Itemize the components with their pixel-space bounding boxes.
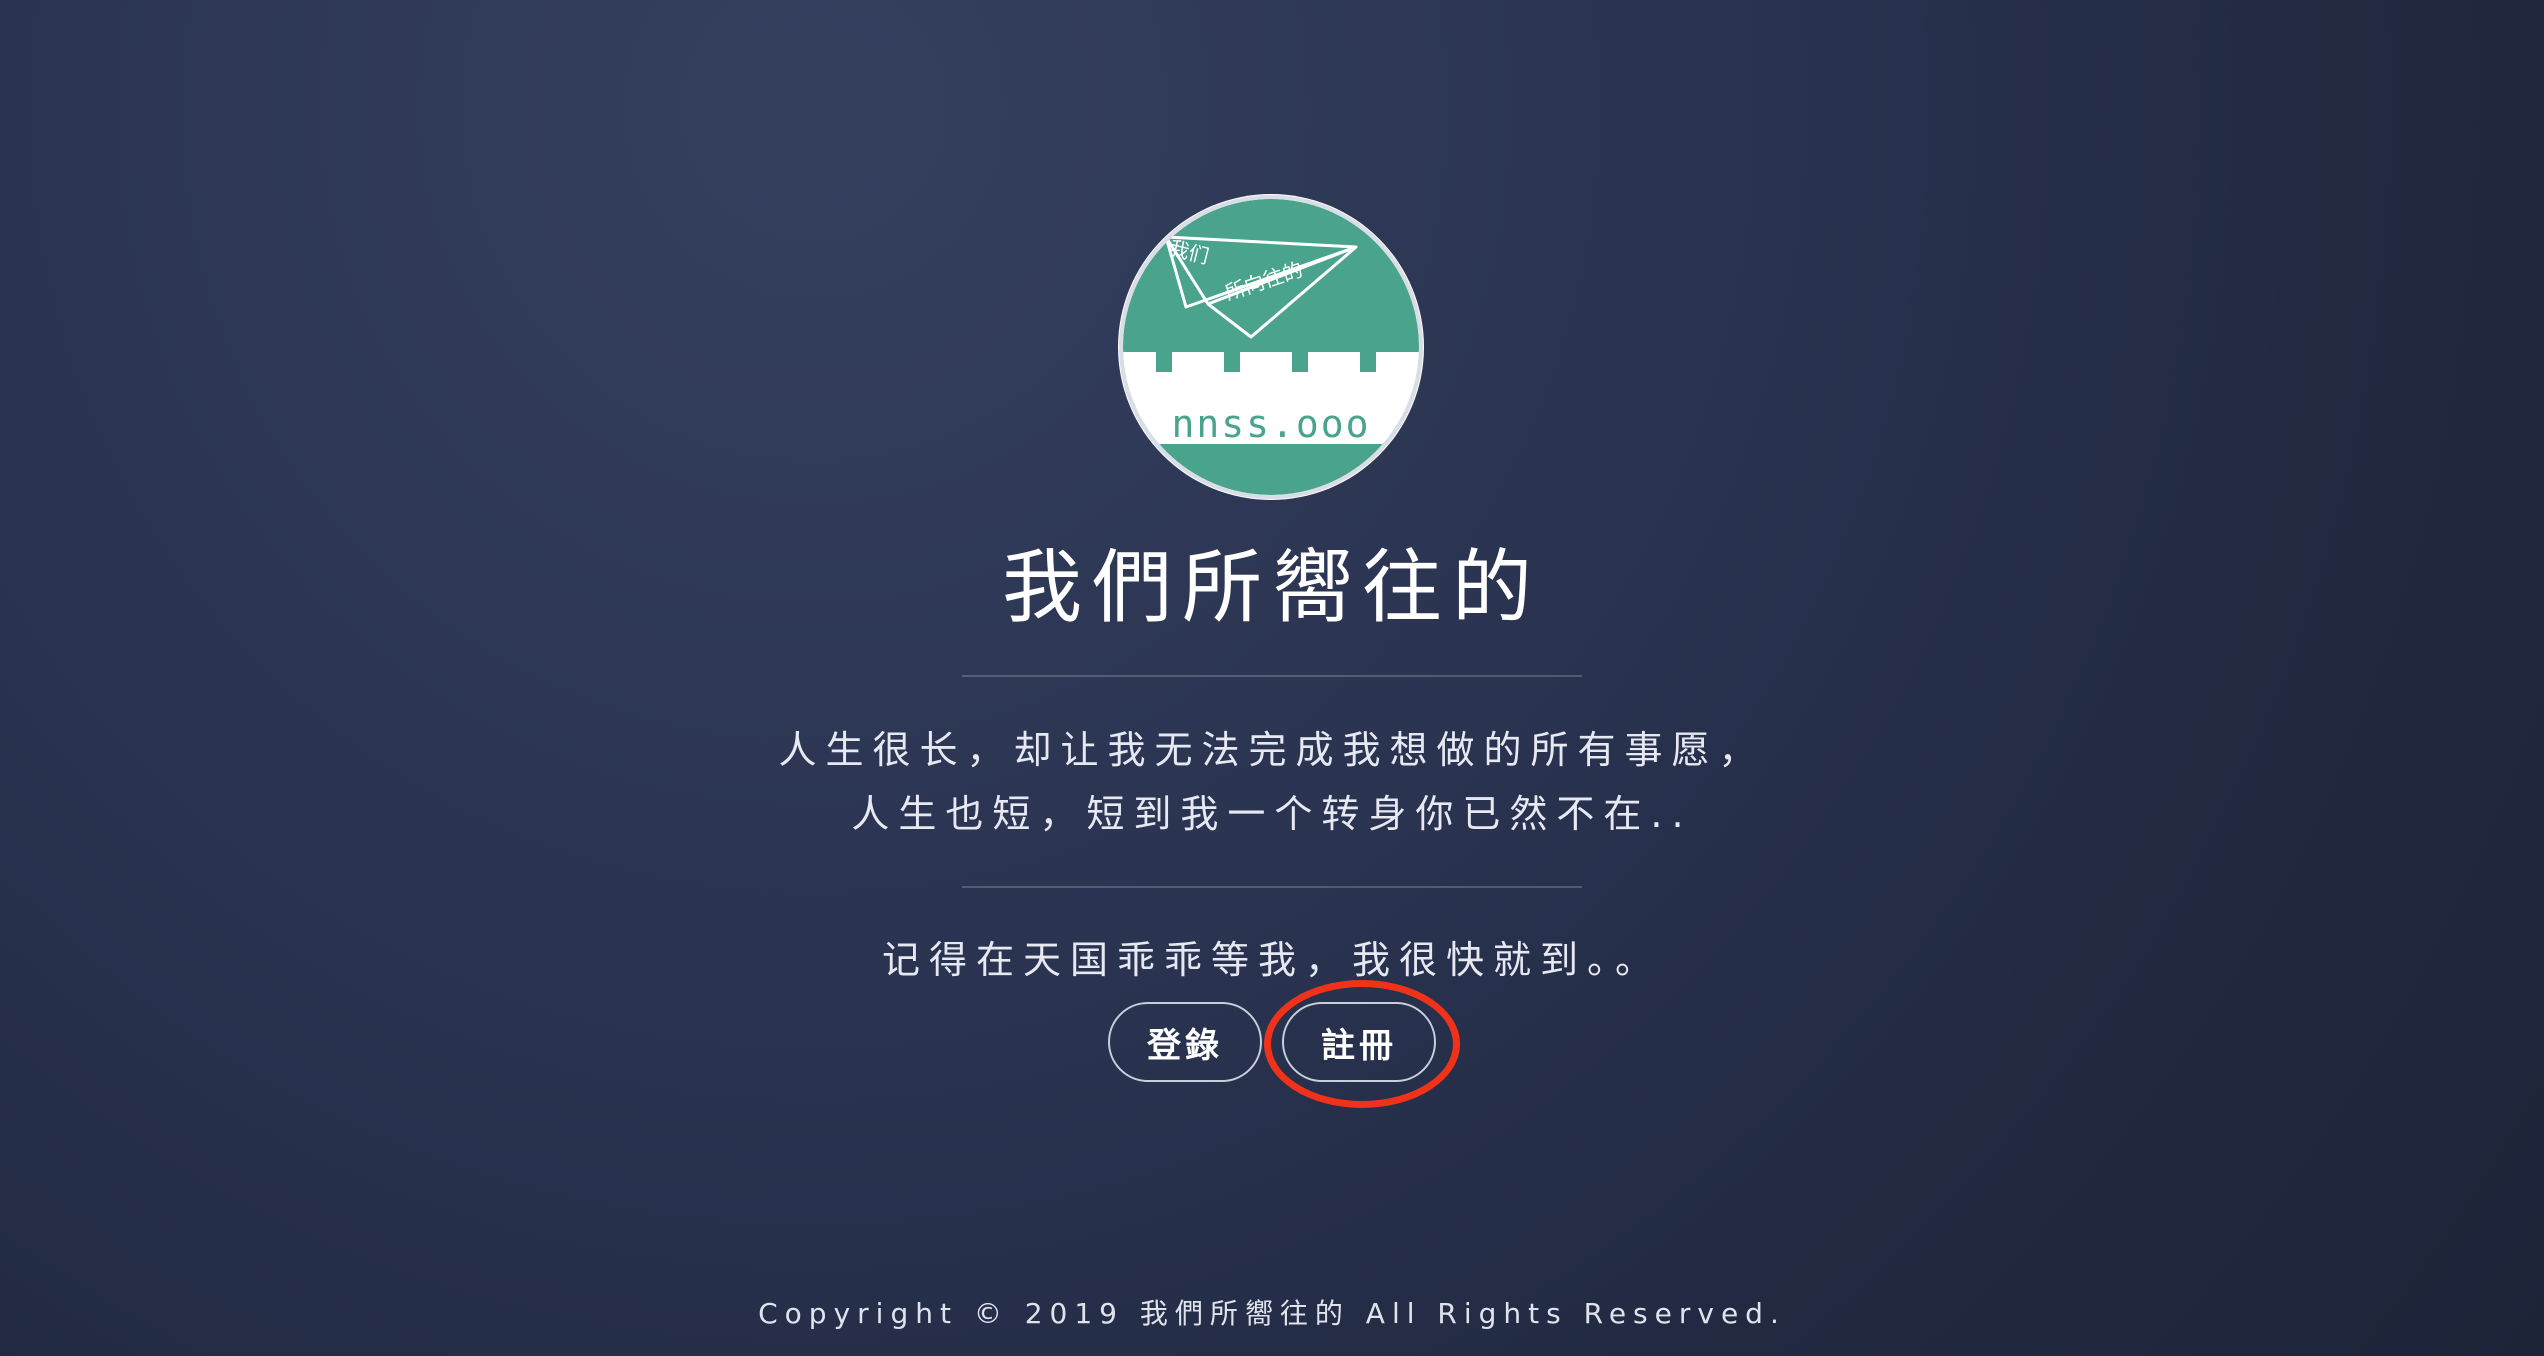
footer-copyright: Copyright © 2019 我們所嚮往的 All Rights Reser… [758, 1297, 1786, 1330]
quote-line-3: 记得在天国乖乖等我，我很快就到。。 [881, 938, 1662, 982]
divider-bottom [962, 886, 1582, 888]
quote-line-1: 人生很长，却让我无法完成我想做的所有事愿， [778, 728, 1766, 772]
site-logo: 我们 所向往的 nnss.ooo [1116, 192, 1426, 502]
login-button[interactable]: 登錄 [1108, 1002, 1262, 1082]
divider-top [962, 675, 1582, 677]
paper-plane-logo-icon: 我们 所向往的 nnss.ooo [1118, 194, 1424, 500]
quote-line-2: 人生也短，短到我一个转身你已然不在.. [851, 792, 1693, 836]
register-button[interactable]: 註冊 [1282, 1002, 1436, 1082]
auth-button-group: 登錄 註冊 [0, 1002, 2544, 1082]
site-title: 我們所嚮往的 [1002, 541, 1542, 634]
logo-domain-text: nnss.ooo [1171, 402, 1370, 446]
